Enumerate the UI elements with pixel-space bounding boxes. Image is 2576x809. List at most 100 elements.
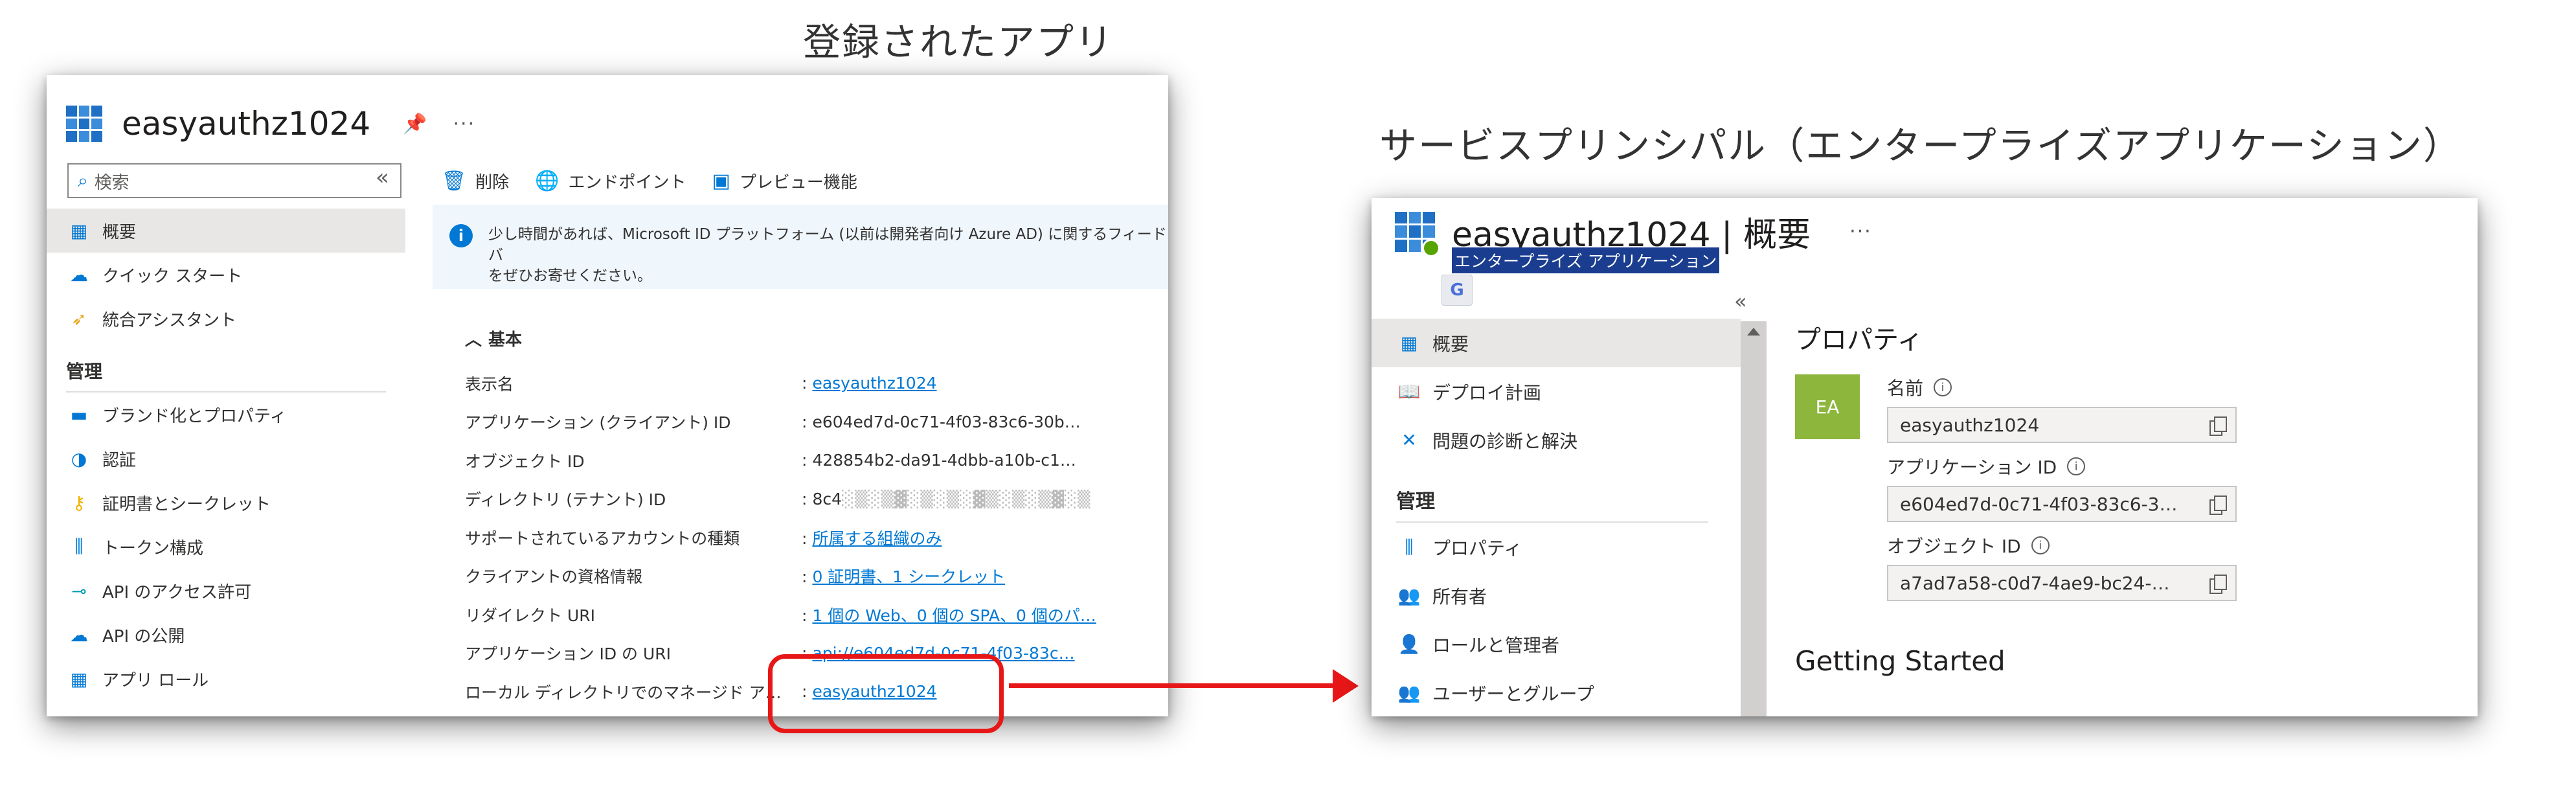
- table-row: サポートされているアカウントの種類 : 所属する組織のみ: [465, 518, 1168, 557]
- sidebar-item-label: 問題の診断と解決: [1432, 430, 1578, 452]
- roles-icon: 👤: [1397, 633, 1421, 655]
- sidebar-item-integration-assistant[interactable]: ➶ 統合アシスタント: [47, 297, 405, 341]
- enterprise-app-panel: easyauthz1024 | 概要 ··· エンタープライズ アプリケーション…: [1372, 198, 2478, 716]
- prop-value: e604ed7d-0c71-4f03-83c6-3…: [1900, 493, 2178, 515]
- caption-registered-app: 登録されたアプリ: [803, 20, 1114, 64]
- info-icon[interactable]: i: [1934, 378, 1952, 396]
- avatar: EA: [1795, 374, 1860, 439]
- preview-features-button[interactable]: ▣ プレビュー機能: [712, 169, 857, 193]
- getting-started-heading: Getting Started: [1795, 645, 2005, 677]
- app-registration-panel: easyauthz1024 📌 ··· ⌕ 検索 « ▦ 概要 ☁ クイック ス…: [47, 75, 1168, 716]
- trash-icon: 🗑: [442, 169, 467, 192]
- info-icon[interactable]: i: [2067, 457, 2086, 475]
- status-badge-icon: [1422, 238, 1440, 257]
- collapse-icon[interactable]: «: [1734, 289, 1747, 313]
- table-row: クライアントの資格情報 :0 証明書、1 シークレット: [465, 557, 1168, 596]
- sidebar-item-certificates[interactable]: ⚷ 証明書とシークレット: [47, 481, 405, 525]
- sidebar-item-deployment-plan[interactable]: 📖 デプロイ計画: [1372, 367, 1741, 416]
- sidebar-item-api-permissions[interactable]: ⊸ API のアクセス許可: [47, 569, 405, 613]
- object-id-field[interactable]: a7ad7a58-c0d7-4ae9-bc24-…: [1887, 565, 2237, 601]
- more-icon[interactable]: ···: [453, 113, 476, 135]
- sidebar-item-label: デプロイ計画: [1432, 382, 1542, 404]
- essentials-toggle[interactable]: ︿ 基本: [465, 326, 522, 350]
- sidebar-item-label: API の公開: [102, 626, 185, 646]
- feedback-banner: i 少し時間があれば、Microsoft ID プラットフォーム (以前は開発者…: [433, 205, 1168, 289]
- grid-icon: ▦: [70, 220, 88, 242]
- enterprise-app-icon: [1395, 211, 1440, 257]
- properties-heading: プロパティ: [1795, 325, 1923, 355]
- users-groups-icon: 👥: [1397, 682, 1421, 703]
- preview-label: プレビュー機能: [739, 172, 857, 192]
- info-icon[interactable]: i: [2031, 536, 2050, 554]
- wrench-icon: ✕: [1401, 429, 1417, 451]
- auth-icon: ◑: [71, 448, 87, 470]
- sidebar-item-label: 統合アシスタント: [102, 310, 236, 330]
- sidebar-item-properties[interactable]: ⫼ プロパティ: [1372, 523, 1741, 571]
- sidebar-item-overview[interactable]: ▦ 概要: [47, 209, 405, 253]
- account-types-link[interactable]: 所属する組織のみ: [812, 529, 942, 548]
- sidebar-item-label: ロールと管理者: [1432, 634, 1560, 656]
- sidebar-item-branding[interactable]: ▬ ブランド化とプロパティ: [47, 393, 405, 437]
- sidebar-item-label: アプリ ロール: [102, 670, 209, 690]
- endpoints-button[interactable]: 🌐 エンドポイント: [535, 169, 686, 193]
- essentials-key: オブジェクト ID: [465, 451, 585, 471]
- display-name-link[interactable]: easyauthz1024: [812, 374, 936, 393]
- sidebar-item-expose-api[interactable]: ☁ API の公開: [47, 613, 405, 657]
- more-icon[interactable]: ···: [1849, 220, 1872, 243]
- sidebar-item-overview[interactable]: ▦ 概要: [1372, 319, 1741, 367]
- sidebar-scrollbar[interactable]: [1741, 321, 1767, 716]
- delete-label: 削除: [475, 172, 510, 192]
- chevron-up-icon: ︿: [465, 330, 482, 350]
- table-row: ディレクトリ (テナント) ID :8c4░▒░▒▓░▒░▒░▓▒░▒░▒▓░▒: [465, 480, 1168, 519]
- essentials-key: ローカル ディレクトリでのマネージド アプリケー…: [465, 683, 802, 702]
- copy-icon[interactable]: [2209, 496, 2227, 515]
- sidebar-item-owners[interactable]: 👥 所有者: [1372, 571, 1741, 620]
- sidebar-item-label: 概要: [1432, 333, 1469, 355]
- application-id-field[interactable]: e604ed7d-0c71-4f03-83c6-3…: [1887, 486, 2237, 522]
- redirect-uri-link[interactable]: 1 個の Web、0 個の SPA、0 個のパ…: [812, 606, 1096, 625]
- name-field[interactable]: easyauthz1024: [1887, 407, 2237, 443]
- client-credentials-link[interactable]: 0 証明書、1 シークレット: [812, 567, 1005, 586]
- owners-icon: 👥: [1397, 585, 1421, 606]
- scroll-up-icon[interactable]: [1747, 328, 1760, 336]
- api-permission-icon: ⊸: [71, 580, 87, 602]
- sidebar-item-authentication[interactable]: ◑ 認証: [47, 437, 405, 481]
- translate-icon[interactable]: G: [1441, 275, 1473, 306]
- prop-value: easyauthz1024: [1900, 414, 2040, 436]
- sidebar-item-label: API のアクセス許可: [102, 582, 252, 602]
- sidebar-item-label: 所有者: [1432, 586, 1487, 608]
- sidebar-item-roles-admins[interactable]: 👤 ロールと管理者: [1372, 620, 1741, 668]
- collapse-icon[interactable]: «: [376, 165, 389, 190]
- sidebar-item-label: 証明書とシークレット: [102, 494, 271, 514]
- highlight-box: [768, 654, 1004, 733]
- copy-icon[interactable]: [2209, 416, 2227, 436]
- arrow-line: [1009, 683, 1337, 688]
- delete-button[interactable]: 🗑 削除: [442, 169, 509, 193]
- arrow-head-icon: [1333, 669, 1359, 703]
- pin-icon[interactable]: 📌: [403, 113, 427, 135]
- app-roles-icon: ▦: [70, 668, 88, 690]
- sidebar-item-label: ブランド化とプロパティ: [102, 406, 287, 426]
- sidebar-nav: ▦ 概要 📖 デプロイ計画 ✕ 問題の診断と解決 管理 ⫼ プロパティ 👥 所有…: [1372, 319, 1741, 716]
- sidebar-item-quickstart[interactable]: ☁ クイック スタート: [47, 253, 405, 297]
- essentials-key: リダイレクト URI: [465, 606, 595, 625]
- table-row: アプリケーション (クライアント) ID : e604ed7d-0c71-4f03…: [465, 403, 1168, 442]
- endpoints-label: エンドポイント: [568, 172, 686, 192]
- sidebar-item-users-groups[interactable]: 👥 ユーザーとグループ: [1372, 668, 1741, 716]
- essentials-key: アプリケーション (クライアント) ID: [465, 413, 731, 433]
- command-bar: 🗑 削除 🌐 エンドポイント ▣ プレビュー機能: [442, 163, 883, 198]
- cloud-rocket-icon: ☁: [70, 264, 88, 286]
- essentials-key: 表示名: [465, 374, 514, 394]
- banner-text: 少し時間があれば、Microsoft ID プラットフォーム (以前は開発者向け…: [488, 226, 1167, 284]
- sidebar-item-diagnose[interactable]: ✕ 問題の診断と解決: [1372, 416, 1741, 464]
- essentials-key: ディレクトリ (テナント) ID: [465, 490, 666, 510]
- search-icon: ⌕: [78, 170, 88, 191]
- essentials-key: クライアントの資格情報: [465, 567, 643, 587]
- copy-icon[interactable]: [2209, 575, 2227, 594]
- client-id-value: e604ed7d-0c71-4f03-83c6-30b…: [812, 412, 1081, 431]
- prop-label: オブジェクト ID: [1887, 536, 2021, 557]
- sidebar-item-app-roles[interactable]: ▦ アプリ ロール: [47, 657, 405, 701]
- app-registration-header: easyauthz1024 📌 ···: [66, 75, 475, 172]
- search-input[interactable]: ⌕ 検索: [67, 163, 401, 198]
- sidebar-item-token-config[interactable]: ⫼ トークン構成: [47, 525, 405, 569]
